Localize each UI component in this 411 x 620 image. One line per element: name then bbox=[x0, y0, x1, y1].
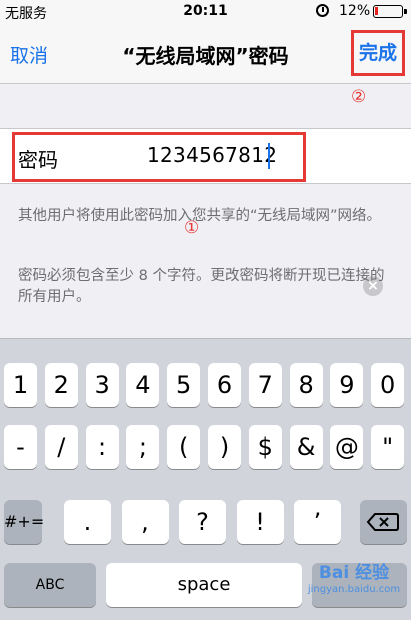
backspace-key[interactable] bbox=[360, 500, 407, 544]
symbols-toggle-label: #+= bbox=[4, 512, 45, 531]
done-button[interactable]: 完成 bbox=[351, 30, 405, 76]
digit-key-1[interactable]: 2 bbox=[44, 363, 78, 407]
symbol-key-label: - bbox=[16, 433, 25, 461]
password-label: 密码 bbox=[18, 148, 58, 172]
symbol-key-7[interactable]: & bbox=[289, 425, 323, 469]
battery-icon bbox=[373, 5, 407, 18]
punct-key-label: ’ bbox=[313, 508, 322, 536]
symbol-key-label: / bbox=[57, 433, 66, 461]
symbol-key-1[interactable]: / bbox=[44, 425, 78, 469]
symbol-key-9[interactable]: " bbox=[371, 425, 405, 469]
share-note: 其他用户将使用此密码加入您共享的“无线局域网”网络。 bbox=[18, 208, 382, 224]
digit-key-5[interactable]: 6 bbox=[208, 363, 241, 407]
page-title: “无线局域网”密码 bbox=[122, 44, 289, 68]
digit-key-label: 3 bbox=[94, 371, 110, 399]
punct-key-label: ! bbox=[255, 508, 265, 536]
annotation-marker-2: ② bbox=[351, 87, 367, 107]
symbol-key-8[interactable]: @ bbox=[330, 425, 364, 469]
password-input[interactable]: 1234567812 bbox=[147, 143, 277, 167]
digit-key-0[interactable]: 1 bbox=[4, 363, 37, 407]
digit-key-label: 9 bbox=[339, 371, 355, 399]
symbol-key-label: " bbox=[382, 433, 394, 461]
symbol-key-6[interactable]: $ bbox=[248, 425, 282, 469]
watermark-url: jingyan.baidu.com bbox=[307, 584, 401, 595]
punct-key-1[interactable]: , bbox=[121, 500, 169, 544]
requirement-note: 密码必须包含至少 8 个字符。更改密码将断开现已连接的所有用户。 bbox=[18, 268, 385, 305]
annotation-marker-1: ① bbox=[184, 218, 200, 238]
punct-key-4[interactable]: ’ bbox=[294, 500, 341, 544]
punct-key-label: , bbox=[141, 508, 149, 536]
digit-key-label: 7 bbox=[257, 371, 273, 399]
symbol-key-0[interactable]: - bbox=[4, 425, 37, 469]
digit-key-label: 4 bbox=[135, 371, 151, 399]
watermark-brand: Bai 经验 bbox=[318, 563, 390, 583]
symbol-key-label: ( bbox=[179, 433, 189, 461]
battery-percent: 12% bbox=[339, 3, 371, 19]
symbol-key-label: $ bbox=[257, 433, 273, 461]
symbol-key-label: : bbox=[98, 433, 107, 461]
punct-key-label: . bbox=[83, 508, 92, 536]
digit-key-label: 6 bbox=[216, 371, 233, 399]
digit-key-6[interactable]: 7 bbox=[248, 363, 282, 407]
abc-key-label: ABC bbox=[35, 577, 65, 593]
digit-key-3[interactable]: 4 bbox=[126, 363, 160, 407]
digit-key-label: 2 bbox=[53, 371, 69, 399]
digit-key-label: 8 bbox=[298, 371, 314, 399]
digit-key-2[interactable]: 3 bbox=[85, 363, 119, 407]
symbol-key-label: ; bbox=[138, 433, 147, 461]
punct-key-2[interactable]: ? bbox=[179, 500, 226, 544]
text-caret bbox=[268, 143, 270, 169]
punct-key-0[interactable]: . bbox=[64, 500, 111, 544]
digit-key-label: 1 bbox=[12, 371, 29, 399]
watermark: Bai 经验 jingyan.baidu.com bbox=[300, 562, 408, 610]
space-key-label: space bbox=[177, 574, 231, 595]
digit-key-4[interactable]: 5 bbox=[167, 363, 201, 407]
digit-key-8[interactable]: 9 bbox=[330, 363, 364, 407]
symbol-key-label: ) bbox=[219, 433, 230, 461]
punct-key-label: ? bbox=[196, 508, 209, 536]
nav-bar: 取消 “无线局域网”密码 完成 bbox=[0, 24, 411, 84]
symbol-key-5[interactable]: ) bbox=[208, 425, 241, 469]
backspace-icon bbox=[366, 513, 399, 531]
punct-key-3[interactable]: ! bbox=[236, 500, 284, 544]
digit-key-label: 5 bbox=[176, 371, 192, 399]
password-cell[interactable]: 密码 1234567812 × bbox=[0, 128, 411, 296]
digit-key-9[interactable]: 0 bbox=[371, 363, 405, 407]
symbols-toggle-key[interactable]: #+= bbox=[4, 500, 45, 544]
digit-key-label: 0 bbox=[380, 371, 396, 399]
digit-key-7[interactable]: 8 bbox=[289, 363, 323, 407]
symbol-key-3[interactable]: ; bbox=[126, 425, 160, 469]
space-key[interactable]: space bbox=[106, 563, 302, 607]
alarm-clock-icon bbox=[316, 4, 329, 17]
status-bar: 无服务 20:11 12% bbox=[0, 0, 411, 24]
symbol-key-label: @ bbox=[334, 433, 359, 461]
symbol-key-label: & bbox=[296, 433, 316, 461]
symbol-key-4[interactable]: ( bbox=[167, 425, 201, 469]
abc-key[interactable]: ABC bbox=[4, 563, 96, 607]
symbol-key-2[interactable]: : bbox=[85, 425, 119, 469]
